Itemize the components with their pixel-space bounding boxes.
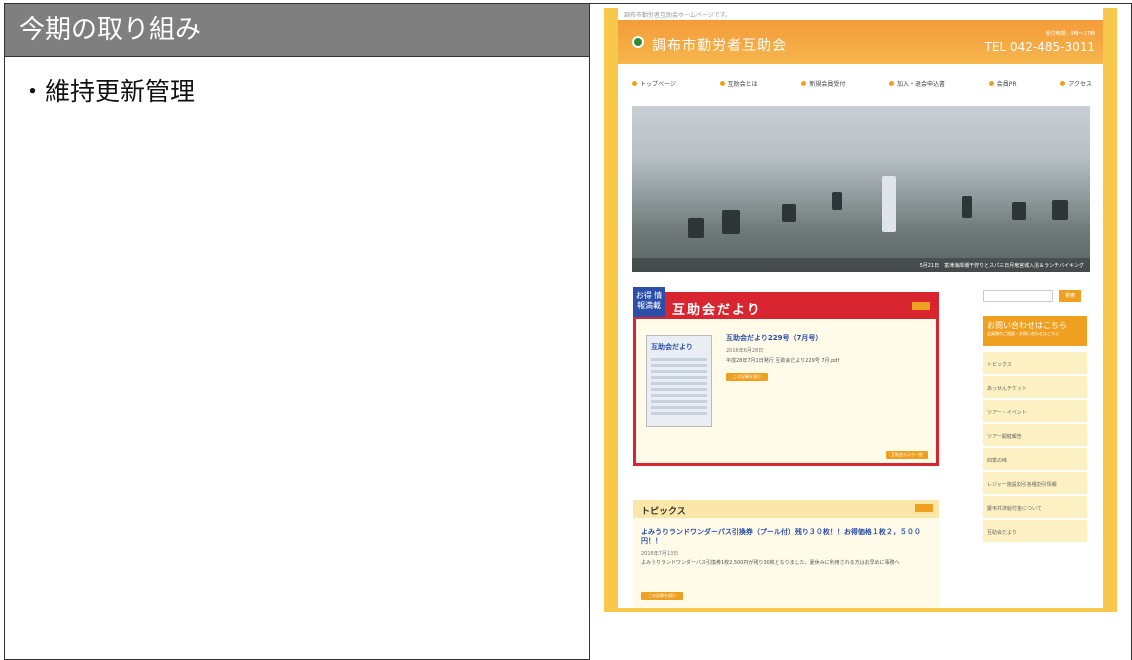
contact-sub: 会員様のご相談・お問い合わせはこちら xyxy=(987,331,1059,336)
news-article-title[interactable]: 互助会だより229号（7月号） xyxy=(726,333,822,343)
hero-figure xyxy=(1052,200,1068,220)
sidebar-item-tour-reports[interactable]: ツアー開催報告 xyxy=(983,424,1087,448)
news-article-text[interactable]: 平成28年7月1日発行 互助会だより229号 7月.pdf xyxy=(726,357,839,364)
hero-figure xyxy=(688,218,704,238)
hero-image: 5月21日 富津海岸潮干狩りとスパ三日月竜宮城入浴＆ランチバイキング xyxy=(632,106,1090,272)
nav-item-top[interactable]: トップページ xyxy=(632,71,676,95)
news-title: 互助会だより xyxy=(672,303,762,318)
sidebar-item-leisure[interactable]: レジャー施設割引各種割引情報 xyxy=(983,472,1087,496)
contact-title: お問い合わせはこちら xyxy=(987,321,1067,330)
news-list-button[interactable]: 互助会だより一覧 xyxy=(886,451,928,459)
sidebar-item-tickets[interactable]: あっせんチケット xyxy=(983,376,1087,400)
topics-rss-tag[interactable] xyxy=(915,504,933,512)
hero-figure xyxy=(1012,202,1026,220)
section-header: 今期の取り組み xyxy=(4,3,590,57)
newsletter-thumbnail[interactable]: 互助会だより xyxy=(646,335,712,427)
topics-title: トピックス xyxy=(641,507,686,517)
bullet-dot-icon xyxy=(889,80,895,86)
topics-text: よみうりランドワンダーパス引換券1枚2,500円が残り30枚となりました。夏休み… xyxy=(641,560,900,566)
news-rss-tag[interactable] xyxy=(912,302,930,310)
nav-item-new-member[interactable]: 新規会員受付 xyxy=(801,71,845,95)
bullet-dot-icon xyxy=(1060,80,1066,86)
thumbnail-title: 互助会だより xyxy=(651,343,693,351)
sidebar-item-topics[interactable]: トピックス xyxy=(983,352,1087,376)
bullet-dot-icon xyxy=(719,80,725,86)
website-screenshot: 調布市勤労者互助会ホームページです。 調布市勤労者互助会 受付時間：9時～17時… xyxy=(604,8,1117,612)
hero-caption: 5月21日 富津海岸潮干狩りとスパ三日月竜宮城入浴＆ランチバイキング xyxy=(632,258,1090,272)
search-button[interactable]: 検索 xyxy=(1059,290,1081,302)
site-logo-icon xyxy=(632,36,644,48)
nav-item-pr[interactable]: 会員PR xyxy=(988,71,1017,95)
hero-figure xyxy=(722,210,740,234)
hero-figure xyxy=(962,196,972,218)
sidebar-item-benefits[interactable]: 慶弔共済給付金について xyxy=(983,496,1087,520)
search-input[interactable] xyxy=(983,290,1053,302)
sidebar-list: トピックス あっせんチケット ツアー・イベント ツアー開催報告 四季の味 レジャ… xyxy=(983,352,1087,544)
slide-table: 今期の取り組み ・維持更新管理 調布市勤労者互助会ホームページです。 調布市勤労… xyxy=(0,0,1132,660)
site-top-note: 調布市勤労者互助会ホームページです。 xyxy=(618,8,1103,20)
thumbnail-body xyxy=(651,358,707,418)
sidebar-item-newsletter[interactable]: 互助会だより xyxy=(983,520,1087,544)
hero-figure xyxy=(882,176,896,232)
hero-figure xyxy=(782,204,796,222)
contact-banner[interactable]: お問い合わせはこちら 会員様のご相談・お問い合わせはこちら xyxy=(983,316,1087,346)
tel-number: TEL 042-485-3011 xyxy=(984,40,1095,54)
nav-item-about[interactable]: 互助会とは xyxy=(719,71,758,95)
nav-item-access[interactable]: アクセス xyxy=(1060,71,1092,95)
hero-figure xyxy=(832,192,842,210)
bullet-dot-icon xyxy=(801,80,807,86)
news-box: お得 情報満載 互助会だより 互助会だより 互助会だより229号（7月号） 20… xyxy=(633,287,939,466)
nav-item-forms[interactable]: 加入・退会申込書 xyxy=(889,71,945,95)
news-article-date: 2016年6月28日 xyxy=(726,348,764,354)
news-badge: お得 情報満載 xyxy=(633,287,665,317)
news-more-button[interactable]: この記事を読む xyxy=(726,373,768,381)
topics-box: トピックス よみうりランドワンダーパス引換券（プール付）残り３０枚！！お得価格１… xyxy=(633,500,939,608)
sidebar-item-tours[interactable]: ツアー・イベント xyxy=(983,400,1087,424)
bullet-dot-icon xyxy=(988,80,994,86)
sidebar-item-seasonal[interactable]: 四季の味 xyxy=(983,448,1087,472)
topics-more-button[interactable]: この記事を読む xyxy=(641,592,683,600)
site-title[interactable]: 調布市勤労者互助会 xyxy=(652,35,787,55)
topics-date: 2016年7月13日 xyxy=(641,551,679,557)
bullet-dot-icon xyxy=(632,80,637,86)
bullet-item: ・維持更新管理 xyxy=(20,77,196,106)
topics-article-title[interactable]: よみうりランドワンダーパス引換券（プール付）残り３０枚！！お得価格１枚２，５００… xyxy=(641,528,933,546)
site-nav: トップページ 互助会とは 新規会員受付 加入・退会申込書 会員PR アクセス xyxy=(632,71,1092,95)
tel-note: 受付時間：9時～17時 xyxy=(1045,31,1095,37)
